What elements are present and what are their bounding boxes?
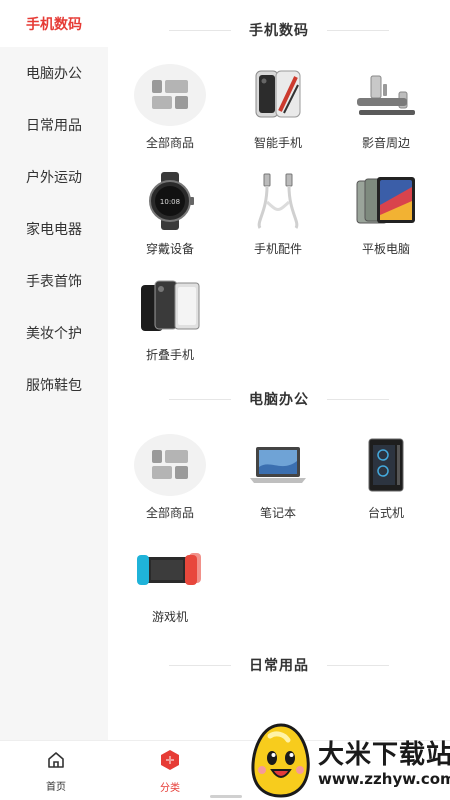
watermark-brand: 大米下载站 (318, 740, 450, 770)
divider (169, 29, 231, 31)
sidebar-item-label: 美妆个护 (26, 326, 82, 342)
speaker-icon (350, 64, 422, 126)
divider (327, 29, 389, 31)
section-header: 电脑办公 (108, 387, 450, 411)
category-tile-game-consoles[interactable]: 游戏机 (120, 538, 220, 638)
divider (327, 664, 389, 666)
category-tile-all-products[interactable]: 全部商品 (120, 434, 220, 534)
sidebar-item-beauty-care[interactable]: 美妆个护 (0, 307, 108, 359)
category-sidebar: 手机数码 电脑办公 日常用品 户外运动 家电电器 手表首饰 美妆个护 服饰鞋包 (0, 0, 108, 740)
site-watermark: 大米下载站 www.zzhyw.com (244, 720, 450, 800)
sidebar-item-phones-digital[interactable]: 手机数码 (0, 0, 108, 47)
tab-label: 分类 (160, 782, 180, 794)
sidebar-item-label: 日常用品 (26, 118, 82, 134)
game-console-icon (134, 538, 206, 600)
category-tile-desktops[interactable]: 台式机 (336, 434, 436, 534)
tile-label: 全部商品 (145, 136, 194, 150)
sidebar-item-label: 手表首饰 (26, 274, 82, 290)
category-tile-wearables[interactable]: 10:08 穿戴设备 (120, 170, 220, 270)
all-products-icon (134, 434, 206, 496)
category-icon (159, 749, 181, 775)
section-title: 手机数码 (249, 23, 309, 39)
tile-label: 全部商品 (145, 506, 194, 520)
section-header: 手机数码 (108, 18, 450, 42)
sidebar-item-apparel-bags[interactable]: 服饰鞋包 (0, 359, 108, 411)
section-title: 日常用品 (249, 658, 309, 674)
sidebar-item-label: 服饰鞋包 (26, 378, 82, 394)
sidebar-item-home-appliances[interactable]: 家电电器 (0, 203, 108, 255)
sidebar-item-daily-goods[interactable]: 日常用品 (0, 99, 108, 151)
tile-label: 穿戴设备 (145, 242, 194, 256)
category-tile-all-products[interactable]: 全部商品 (120, 64, 220, 164)
svg-text:10:08: 10:08 (160, 198, 180, 206)
foldable-phone-icon (134, 276, 206, 338)
tile-label: 折叠手机 (145, 348, 194, 362)
tile-label: 笔记本 (259, 506, 296, 520)
category-content: 手机数码 全部商品 智能手机 影音周边 10:08 穿戴设备 手机配件 平板电脑… (108, 0, 450, 740)
section-header: 日常用品 (108, 653, 450, 677)
category-tile-tablets[interactable]: 平板电脑 (336, 170, 436, 270)
divider (169, 398, 231, 400)
divider (327, 398, 389, 400)
category-tile-audio-video[interactable]: 影音周边 (336, 64, 436, 164)
all-products-icon (134, 64, 206, 126)
watermark-url: www.zzhyw.com (318, 770, 450, 788)
rice-mascot-icon (248, 722, 314, 800)
tile-label: 台式机 (367, 506, 404, 520)
home-icon (46, 750, 66, 774)
tile-label: 智能手机 (253, 136, 302, 150)
category-tile-foldable-phones[interactable]: 折叠手机 (120, 276, 220, 376)
sidebar-item-label: 户外运动 (26, 170, 82, 186)
tile-label: 手机配件 (253, 242, 302, 256)
sidebar-item-label: 家电电器 (26, 222, 82, 238)
tab-category[interactable]: 分类 (116, 741, 224, 800)
laptop-icon (242, 434, 314, 496)
tile-label: 游戏机 (151, 610, 188, 624)
category-tile-smartphones[interactable]: 智能手机 (228, 64, 328, 164)
smartphone-icon (242, 64, 314, 126)
section-title: 电脑办公 (249, 392, 309, 408)
tile-label: 平板电脑 (361, 242, 410, 256)
sidebar-item-computers-office[interactable]: 电脑办公 (0, 47, 108, 99)
tile-label: 影音周边 (361, 136, 410, 150)
desktop-pc-icon (350, 434, 422, 496)
tablet-icon (350, 170, 422, 232)
divider (169, 664, 231, 666)
sidebar-item-label: 手机数码 (26, 16, 82, 33)
sidebar-item-outdoor-sports[interactable]: 户外运动 (0, 151, 108, 203)
home-indicator (210, 795, 242, 798)
smartwatch-icon: 10:08 (134, 170, 206, 232)
sidebar-item-label: 电脑办公 (26, 66, 82, 82)
sidebar-item-watches-jewelry[interactable]: 手表首饰 (0, 255, 108, 307)
tab-home[interactable]: 首页 (2, 741, 110, 800)
category-tile-laptops[interactable]: 笔记本 (228, 434, 328, 534)
tab-label: 首页 (46, 781, 66, 793)
usb-cable-icon (242, 170, 314, 232)
category-tile-phone-accessories[interactable]: 手机配件 (228, 170, 328, 270)
